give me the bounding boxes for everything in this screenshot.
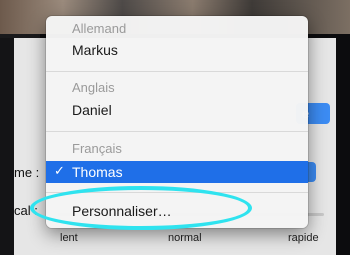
menu-item-markus[interactable]: Markus bbox=[72, 42, 118, 58]
speed-tick-fast: rapide bbox=[288, 232, 319, 244]
menu-item-label: Thomas bbox=[72, 164, 123, 180]
checkmark-icon: ✓ bbox=[54, 163, 65, 178]
menu-item-daniel[interactable]: Daniel bbox=[72, 102, 112, 118]
speed-tick-normal: normal bbox=[168, 232, 202, 244]
menu-group-title-english: Anglais bbox=[72, 80, 115, 95]
menu-separator bbox=[46, 131, 308, 132]
voice-label: me : bbox=[14, 165, 40, 180]
menu-group-title-french: Français bbox=[72, 141, 122, 156]
speed-tick-slow: lent bbox=[60, 232, 78, 244]
window-edge bbox=[0, 38, 14, 255]
menu-group-title-german: Allemand bbox=[72, 21, 127, 36]
menu-separator bbox=[46, 71, 308, 72]
menu-item-thomas[interactable]: ✓ Thomas bbox=[46, 161, 308, 183]
highlight-annotation-ring bbox=[30, 186, 252, 230]
